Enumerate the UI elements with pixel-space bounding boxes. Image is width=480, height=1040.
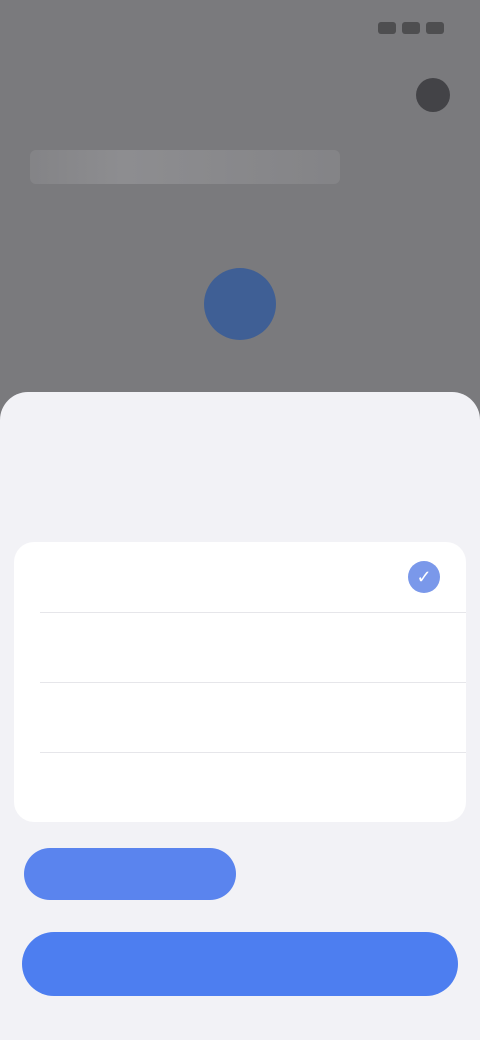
status-icons: [378, 22, 444, 34]
option-row[interactable]: [14, 752, 466, 822]
option-row[interactable]: ✓: [14, 542, 466, 612]
checkmark-icon: ✓: [408, 561, 440, 593]
text-button[interactable]: [250, 848, 440, 900]
secondary-button[interactable]: [24, 848, 236, 900]
action-icon: [204, 268, 276, 340]
background-app: [0, 0, 480, 420]
bottom-sheet: ✓: [0, 392, 480, 1040]
screen: ✓: [0, 0, 480, 1040]
options-list: ✓: [14, 542, 466, 822]
wifi-icon: [402, 22, 420, 34]
option-row[interactable]: [14, 612, 466, 682]
option-row[interactable]: [14, 682, 466, 752]
signal-icon: [378, 22, 396, 34]
profile-icon: [416, 78, 450, 112]
status-bar: [0, 0, 480, 60]
battery-icon: [426, 22, 444, 34]
background-subtitle: [30, 150, 340, 184]
primary-button[interactable]: [22, 932, 458, 996]
